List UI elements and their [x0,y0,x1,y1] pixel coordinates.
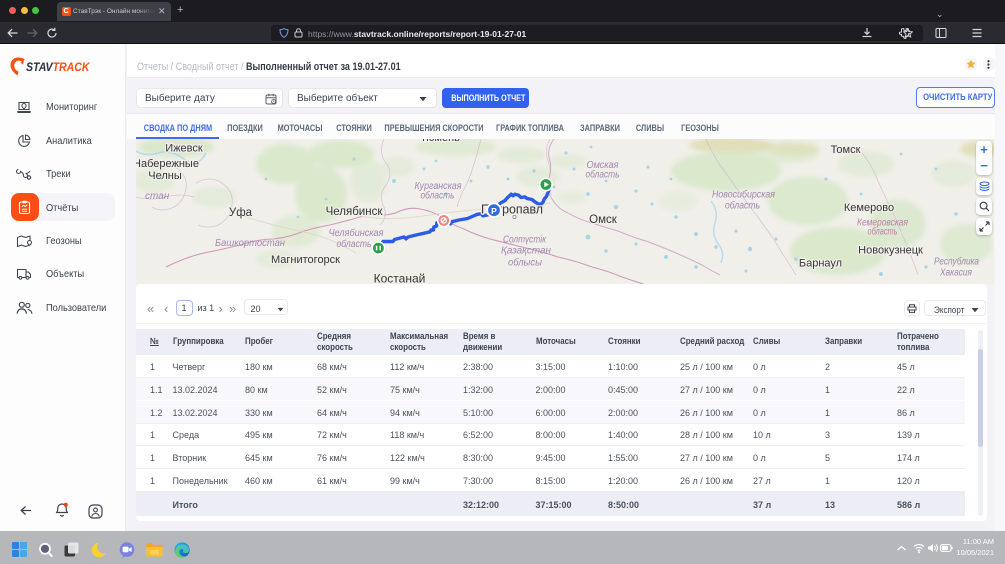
svg-text:Башкортостан: Башкортостан [215,237,285,249]
svg-text:Республика: Республика [934,255,979,267]
svg-text:область: область [725,199,760,211]
svg-text:Челны: Челны [148,170,182,182]
svg-text:Томск: Томск [831,144,861,156]
svg-text:Челябинская: Челябинская [329,227,385,239]
svg-text:облысы: облысы [508,256,543,268]
svg-text:Хакасия: Хакасия [939,267,972,278]
svg-text:Ижевск: Ижевск [165,142,203,154]
svg-text:Челябинск: Челябинск [326,206,384,218]
svg-text:область: область [868,225,898,237]
svg-text:область: область [586,168,620,180]
svg-text:область: область [421,189,455,201]
svg-text:Кемерово: Кемерово [844,202,894,214]
svg-text:Костанай: Костанай [374,271,426,284]
svg-text:Магнитогорск: Магнитогорск [271,254,340,266]
svg-text:Набережные: Набережные [136,158,199,170]
svg-text:Барнаул: Барнаул [799,257,842,269]
svg-text:область: область [337,238,372,250]
svg-text:Қазақстан: Қазақстан [501,245,551,256]
svg-text:P: P [491,205,497,215]
svg-text:Новокузнецк: Новокузнецк [858,244,923,256]
svg-text:Солтүстік: Солтүстік [503,234,547,245]
svg-text:Тюмень: Тюмень [420,139,460,144]
svg-text:Новосибирская: Новосибирская [712,188,776,200]
svg-text:Омск: Омск [589,214,618,226]
svg-text:Уфа: Уфа [229,207,253,219]
svg-text:стан: стан [145,191,170,202]
